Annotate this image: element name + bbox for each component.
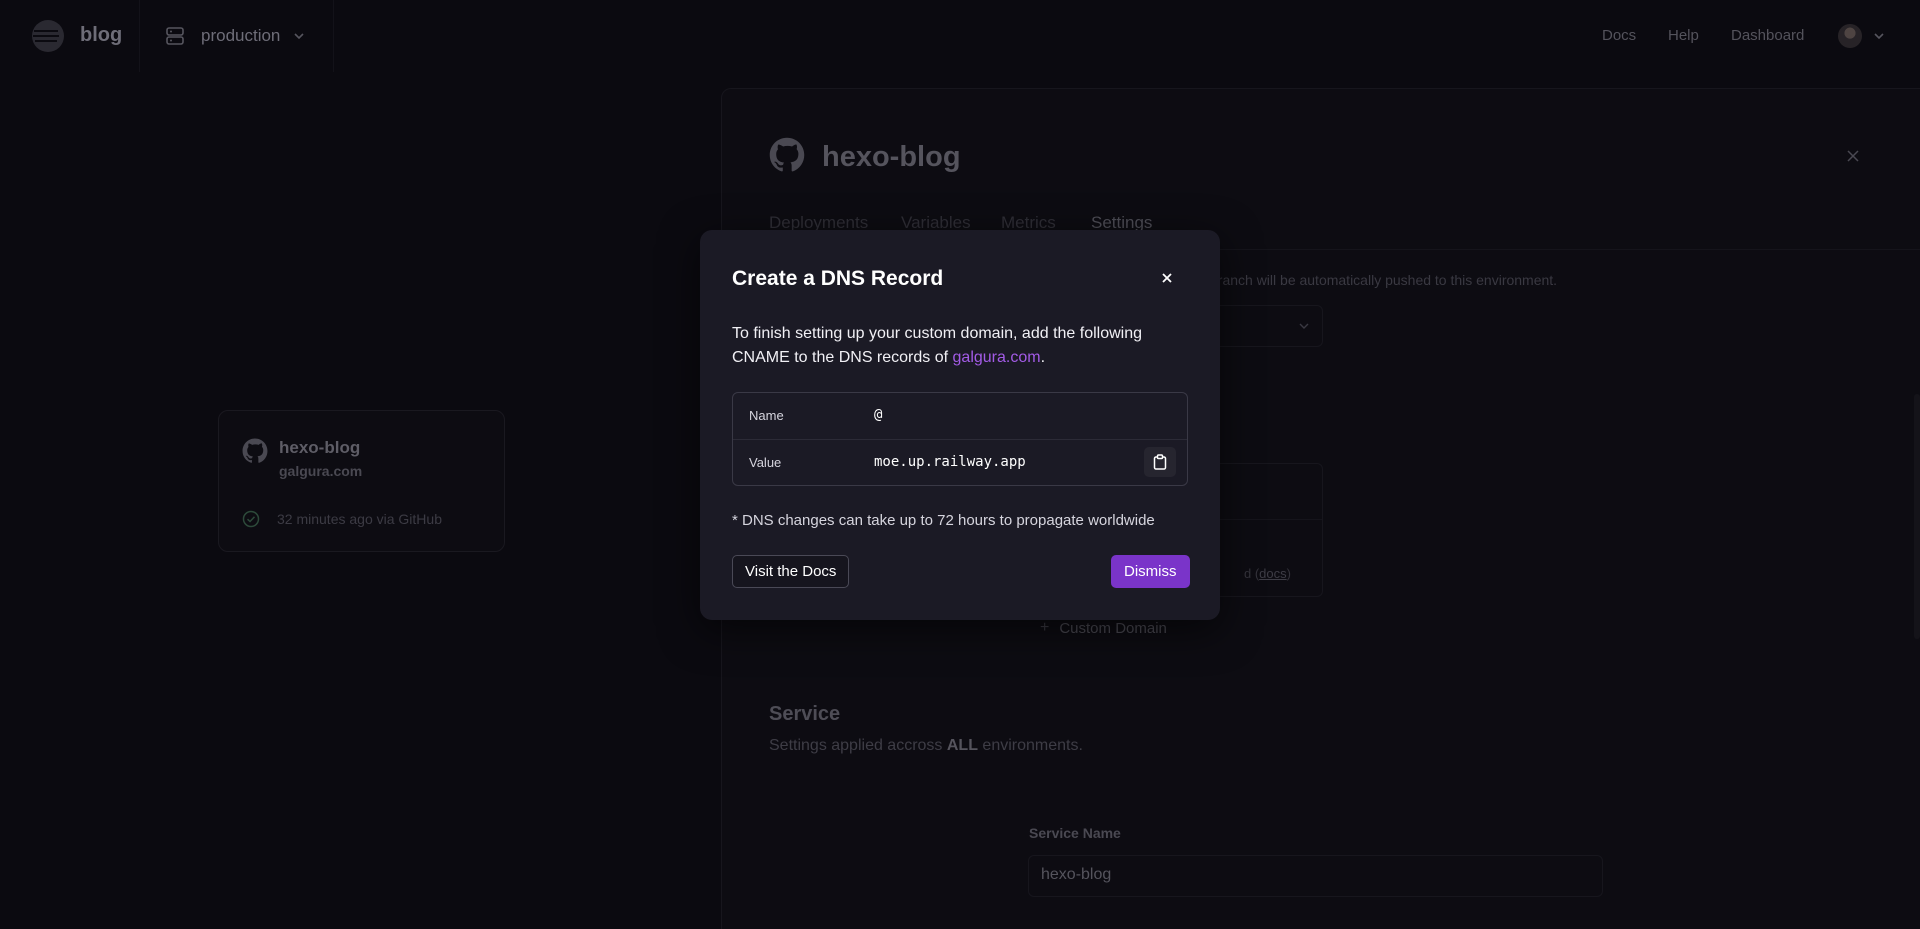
nav-link-help[interactable]: Help bbox=[1668, 27, 1699, 44]
service-card-title: hexo-blog bbox=[279, 438, 361, 457]
domain-link[interactable]: galgura.com bbox=[953, 349, 1041, 366]
github-icon bbox=[769, 137, 805, 172]
top-nav: blog production Docs Help Dashboard bbox=[0, 0, 1920, 72]
domains-note-text: d ( bbox=[1244, 566, 1260, 581]
chevron-down-icon[interactable] bbox=[1872, 29, 1886, 43]
service-name-input[interactable]: hexo-blog bbox=[1028, 855, 1603, 897]
domains-note-text: ) bbox=[1286, 566, 1291, 581]
propagation-note: * DNS changes can take up to 72 hours to… bbox=[732, 512, 1155, 529]
dismiss-button[interactable]: Dismiss bbox=[1111, 555, 1190, 588]
avatar[interactable] bbox=[1838, 24, 1862, 48]
service-name-label: Service Name bbox=[1029, 825, 1121, 841]
record-name-value[interactable]: @ bbox=[874, 407, 882, 423]
server-icon bbox=[166, 27, 184, 45]
nav-link-dashboard[interactable]: Dashboard bbox=[1731, 27, 1804, 44]
table-row: Value moe.up.railway.app bbox=[733, 439, 1187, 485]
dns-record-modal: Create a DNS Record To finish setting up… bbox=[700, 230, 1220, 620]
subtitle-text: environments. bbox=[977, 737, 1083, 754]
service-card[interactable]: hexo-blog galgura.com 32 minutes ago via… bbox=[218, 410, 505, 552]
nav-divider bbox=[139, 0, 140, 72]
service-section-heading: Service bbox=[769, 703, 841, 725]
dns-record-table: Name @ Value moe.up.railway.app bbox=[732, 392, 1188, 486]
modal-description-text: . bbox=[1040, 349, 1046, 366]
environment-selector[interactable]: production bbox=[201, 26, 280, 46]
close-icon[interactable] bbox=[1160, 271, 1174, 285]
nav-link-docs[interactable]: Docs bbox=[1602, 27, 1636, 44]
nav-divider bbox=[333, 0, 334, 72]
add-custom-domain-label: Custom Domain bbox=[1059, 619, 1167, 637]
domains-note: d (docs) bbox=[1244, 566, 1291, 581]
clipboard-icon bbox=[1153, 454, 1167, 470]
railway-logo-icon[interactable] bbox=[31, 19, 65, 53]
record-name-label: Name bbox=[749, 408, 784, 423]
panel-title: hexo-blog bbox=[822, 141, 961, 173]
table-row: Name @ bbox=[733, 393, 1187, 439]
deployment-status: 32 minutes ago via GitHub bbox=[277, 511, 442, 527]
github-icon bbox=[242, 438, 268, 463]
subtitle-text: Settings applied accross bbox=[769, 737, 947, 754]
modal-title: Create a DNS Record bbox=[732, 267, 944, 290]
branch-description: branch will be automatically pushed to t… bbox=[1210, 272, 1558, 288]
service-card-domain[interactable]: galgura.com bbox=[279, 463, 362, 479]
project-name[interactable]: blog bbox=[80, 24, 122, 47]
modal-description-text: To finish setting up your custom domain,… bbox=[732, 325, 1143, 366]
record-value-label: Value bbox=[749, 455, 782, 470]
copy-button[interactable] bbox=[1144, 447, 1176, 477]
check-circle-icon bbox=[242, 510, 260, 528]
service-section-subtitle: Settings applied accross ALL environment… bbox=[769, 737, 1083, 755]
chevron-down-icon bbox=[1299, 323, 1309, 329]
close-icon[interactable] bbox=[1846, 149, 1860, 163]
scrollbar[interactable] bbox=[1914, 394, 1920, 639]
docs-link[interactable]: docs bbox=[1259, 566, 1286, 581]
add-custom-domain-button[interactable]: + Custom Domain bbox=[1040, 619, 1167, 637]
plus-icon: + bbox=[1040, 619, 1050, 636]
subtitle-emphasis: ALL bbox=[946, 737, 978, 754]
record-value-value[interactable]: moe.up.railway.app bbox=[874, 454, 1026, 470]
chevron-down-icon[interactable] bbox=[292, 29, 306, 43]
visit-docs-button[interactable]: Visit the Docs bbox=[732, 555, 850, 588]
modal-description: To finish setting up your custom domain,… bbox=[732, 322, 1192, 370]
